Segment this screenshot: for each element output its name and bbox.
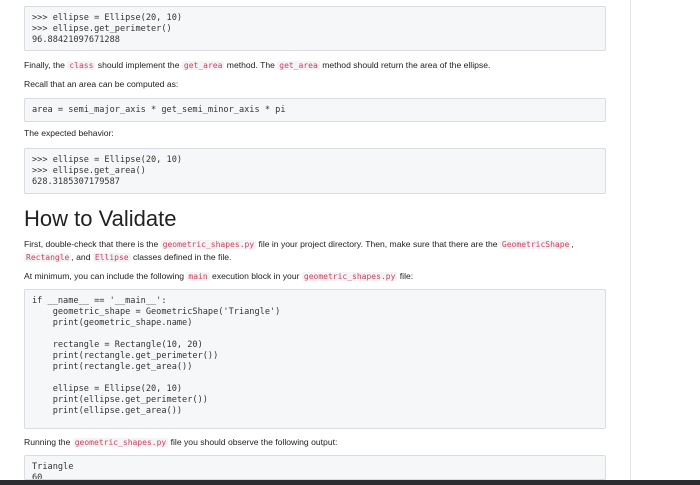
text: file: (397, 271, 414, 281)
code-block-area-formula: area = semi_major_axis * get_semi_minor_… (24, 98, 606, 122)
code-line: print(rectangle.get_area()) (32, 362, 193, 372)
code-line: 60 (32, 473, 43, 480)
text: Running the (24, 437, 73, 447)
code-line: ​ (32, 329, 598, 340)
code-line: ellipse = Ellipse(20, 10) (32, 384, 183, 394)
inline-code: geometric_shapes.py (160, 240, 257, 249)
code-line: rectangle = Rectangle(10, 20) (32, 340, 203, 350)
text: method should return the area of the ell… (319, 60, 491, 70)
paragraph-expected: The expected behavior: (24, 128, 114, 138)
code-line: print(ellipse.get_perimeter()) (32, 395, 208, 405)
inline-code: get_area (181, 61, 225, 70)
text: , (571, 239, 574, 249)
section-heading: How to Validate (24, 206, 177, 231)
code-line: >>> ellipse.get_area() (32, 166, 146, 176)
content-right-border (630, 0, 631, 480)
paragraph-recall: Recall that an area can be computed as: (24, 79, 179, 89)
inline-code: geometric_shapes.py (301, 272, 398, 281)
code-line: print(ellipse.get_area()) (32, 406, 183, 416)
code-block-area-example: >>> ellipse = Ellipse(20, 10) >>> ellipse… (24, 148, 606, 194)
inline-code: main (186, 272, 210, 281)
code-line: >>> ellipse.get_perimeter() (32, 24, 172, 34)
bottom-taskbar (0, 480, 700, 485)
text: file in your project directory. Then, ma… (256, 239, 500, 249)
inline-code: geometric_shapes.py (72, 438, 169, 447)
code-line: >>> ellipse = Ellipse(20, 10) (32, 155, 183, 165)
code-block-main-execution: if __name__ == '__main__': geometric_sha… (24, 289, 606, 429)
inline-code: class (67, 61, 96, 70)
inline-code: Rectangle (24, 253, 72, 262)
code-line: ​ (32, 373, 598, 384)
code-line: geometric_shape = GeometricShape('Triang… (32, 307, 281, 317)
code-line: print(rectangle.get_perimeter()) (32, 351, 219, 361)
inline-code: Ellipse (92, 253, 131, 262)
text: At minimum, you can include the followin… (24, 271, 187, 281)
text: , and (71, 252, 93, 262)
inline-code: get_area (277, 61, 320, 70)
text: classes defined in the file. (130, 252, 232, 262)
inline-code: GeometricShape (499, 240, 572, 249)
paragraph-minimum: At minimum, you can include the followin… (24, 270, 413, 283)
code-line: 96.88421097671288 (32, 35, 120, 45)
code-line: print(geometric_shape.name) (32, 318, 193, 328)
code-line: area = semi_major_axis * get_semi_minor_… (32, 105, 286, 115)
text: execution block in your (209, 271, 302, 281)
code-line: if __name__ == '__main__': (32, 296, 167, 306)
text: Finally, the (24, 60, 68, 70)
code-line: >>> ellipse = Ellipse(20, 10) (32, 13, 183, 23)
text: First, double-check that there is the (24, 239, 161, 249)
text: should implement the (95, 60, 182, 70)
code-line: 628.3185307179587 (32, 177, 120, 187)
code-block-perimeter-example: >>> ellipse = Ellipse(20, 10) >>> ellipse… (24, 6, 606, 51)
paragraph-running: Running the geometric_shapes.py file you… (24, 436, 337, 449)
text: method. The (224, 60, 278, 70)
code-line: Triangle (32, 462, 74, 472)
paragraph-first: First, double-check that there is the ge… (24, 238, 606, 264)
paragraph-finally: Finally, the class should implement the … (24, 59, 490, 72)
text: file you should observe the following ou… (168, 437, 338, 447)
code-block-output: Triangle 60 (24, 455, 606, 480)
